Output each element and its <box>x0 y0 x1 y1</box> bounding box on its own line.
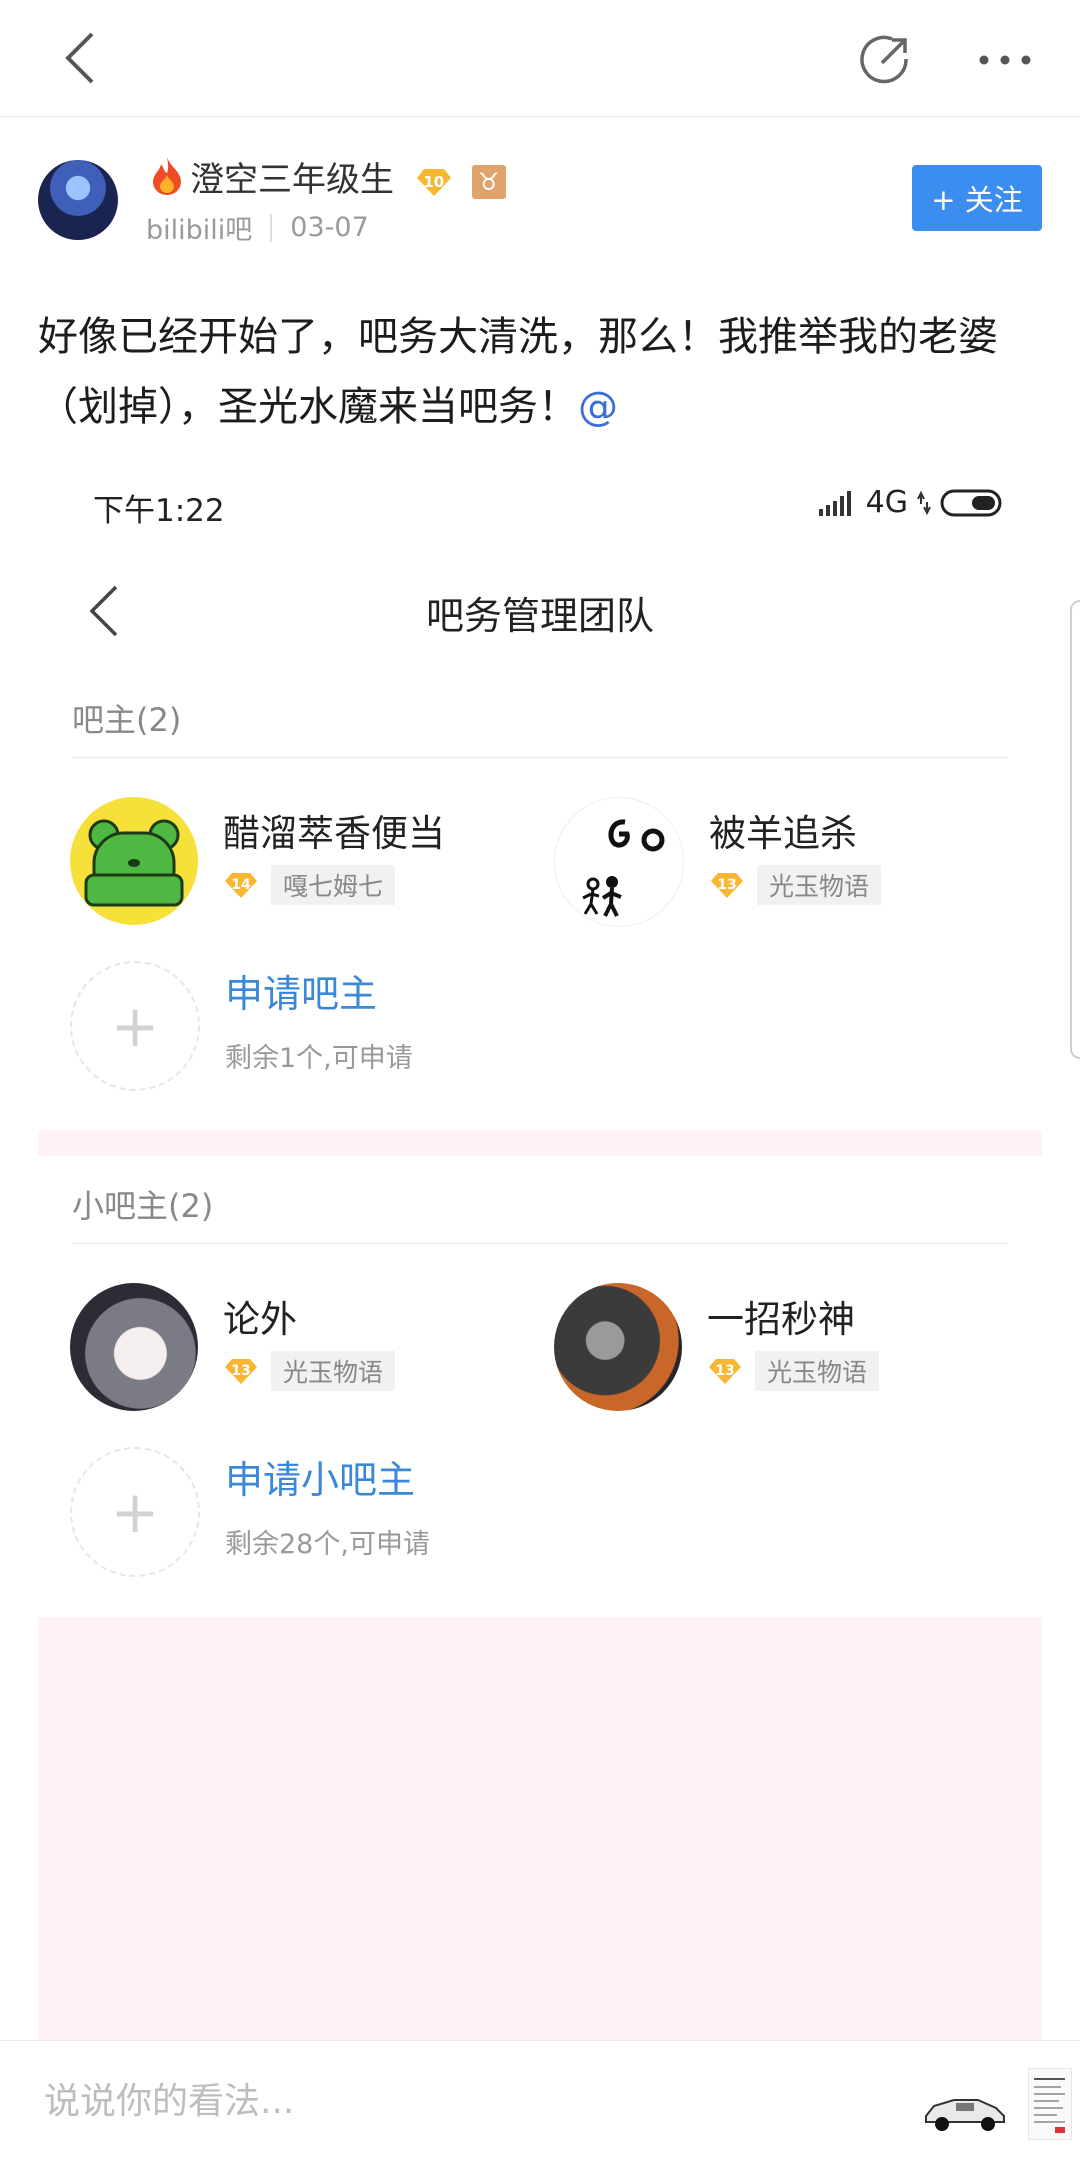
author-name[interactable]: 澄空三年级生 10 ♉ <box>190 152 506 201</box>
mention-link[interactable]: @ <box>578 384 618 430</box>
data-arrows-icon <box>917 490 931 515</box>
follow-button[interactable]: + 关注 <box>912 165 1042 231</box>
document-thumbnail[interactable] <box>1028 2068 1072 2140</box>
more-icon[interactable] <box>975 30 1035 90</box>
author-avatar[interactable] <box>38 160 118 240</box>
add-icon[interactable]: + <box>70 961 200 1091</box>
apply-owner-item[interactable]: + 申请吧主 剩余1个,可申请 <box>70 961 413 1091</box>
level-badge: 10 <box>415 166 453 198</box>
apply-sub-owner-remaining: 剩余28个,可申请 <box>225 1529 430 1560</box>
member-avatar <box>70 797 198 925</box>
author-name-text[interactable]: 澄空三年级生 <box>190 160 394 200</box>
forum-name[interactable]: bilibili吧 <box>146 208 252 247</box>
member-level-badge: 13 <box>707 1356 743 1386</box>
comment-input[interactable] <box>42 2080 866 2123</box>
member-name: 论外 <box>223 1298 297 1341</box>
member-card[interactable]: 一招秒神 13 光玉物语 <box>554 1283 880 1411</box>
post-text: 好像已经开始了，吧务大清洗，那么！我推举我的老婆（划掉），圣光水魔来当吧务！ <box>38 314 998 430</box>
back-icon[interactable] <box>50 28 110 88</box>
status-icons: 4G <box>818 485 1004 520</box>
battery-icon <box>940 489 1002 516</box>
section-divider <box>72 1243 1008 1244</box>
status-time: 下午1:22 <box>93 493 225 529</box>
level-number: 10 <box>423 172 445 191</box>
sub-owners-section-title: 小吧主(2) <box>72 1187 214 1225</box>
follow-label: + 关注 <box>931 183 1023 217</box>
member-tag: 嘎七姆七 <box>271 865 396 905</box>
meta-divider <box>270 213 273 242</box>
member-level-badge: 14 <box>223 870 259 900</box>
member-level-number: 13 <box>231 1363 251 1379</box>
member-card[interactable]: 被羊追杀 13 光玉物语 <box>554 797 882 927</box>
member-avatar <box>554 1283 682 1411</box>
member-tag: 光玉物语 <box>757 865 882 905</box>
post-content: 好像已经开始了，吧务大清洗，那么！我推举我的老婆（划掉），圣光水魔来当吧务！@ <box>38 302 1048 442</box>
member-card[interactable]: 醋溜萃香便当 14 嘎七姆七 <box>70 797 445 925</box>
apply-sub-owner-item[interactable]: + 申请小吧主 剩余28个,可申请 <box>70 1447 430 1577</box>
member-level-number: 13 <box>715 1363 735 1379</box>
member-avatar <box>554 797 684 927</box>
apply-sub-owner-link[interactable]: 申请小吧主 <box>225 1449 430 1504</box>
share-icon[interactable] <box>855 30 915 90</box>
member-tag: 光玉物语 <box>755 1351 880 1391</box>
inner-page-title: 吧务管理团队 <box>425 594 654 638</box>
scroll-handle[interactable] <box>1070 600 1080 1059</box>
member-tag: 光玉物语 <box>271 1351 396 1391</box>
network-label: 4G <box>865 485 908 520</box>
empty-area <box>38 1617 1042 2040</box>
section-separator <box>38 1130 1042 1156</box>
member-level-badge: 13 <box>223 1356 259 1386</box>
add-icon[interactable]: + <box>70 1447 200 1577</box>
section-divider <box>72 757 1008 758</box>
member-card[interactable]: 论外 13 光玉物语 <box>70 1283 396 1411</box>
member-avatar <box>70 1283 198 1411</box>
author-meta: bilibili吧 03-07 <box>146 208 369 247</box>
zodiac-icon: ♉ <box>471 164 506 199</box>
member-name: 一招秒神 <box>707 1298 855 1341</box>
fire-icon <box>150 155 184 199</box>
top-nav-bar <box>0 0 1080 117</box>
apply-owner-link[interactable]: 申请吧主 <box>225 963 413 1018</box>
signal-icon <box>818 490 851 516</box>
member-level-number: 13 <box>717 877 737 893</box>
member-name: 醋溜萃香便当 <box>223 812 445 855</box>
embedded-screenshot[interactable]: 下午1:22 4G 吧务管理团队 吧主(2) 醋溜萃香便当 14 嘎七姆七 被羊… <box>38 455 1042 2040</box>
member-level-badge: 13 <box>709 870 745 900</box>
member-level-number: 14 <box>231 877 251 893</box>
image-thumbnail[interactable] <box>920 2068 1008 2138</box>
owners-section-title: 吧主(2) <box>72 701 182 739</box>
post-date: 03-07 <box>290 212 369 243</box>
member-name: 被羊追杀 <box>709 812 857 855</box>
apply-owner-remaining: 剩余1个,可申请 <box>225 1043 413 1074</box>
